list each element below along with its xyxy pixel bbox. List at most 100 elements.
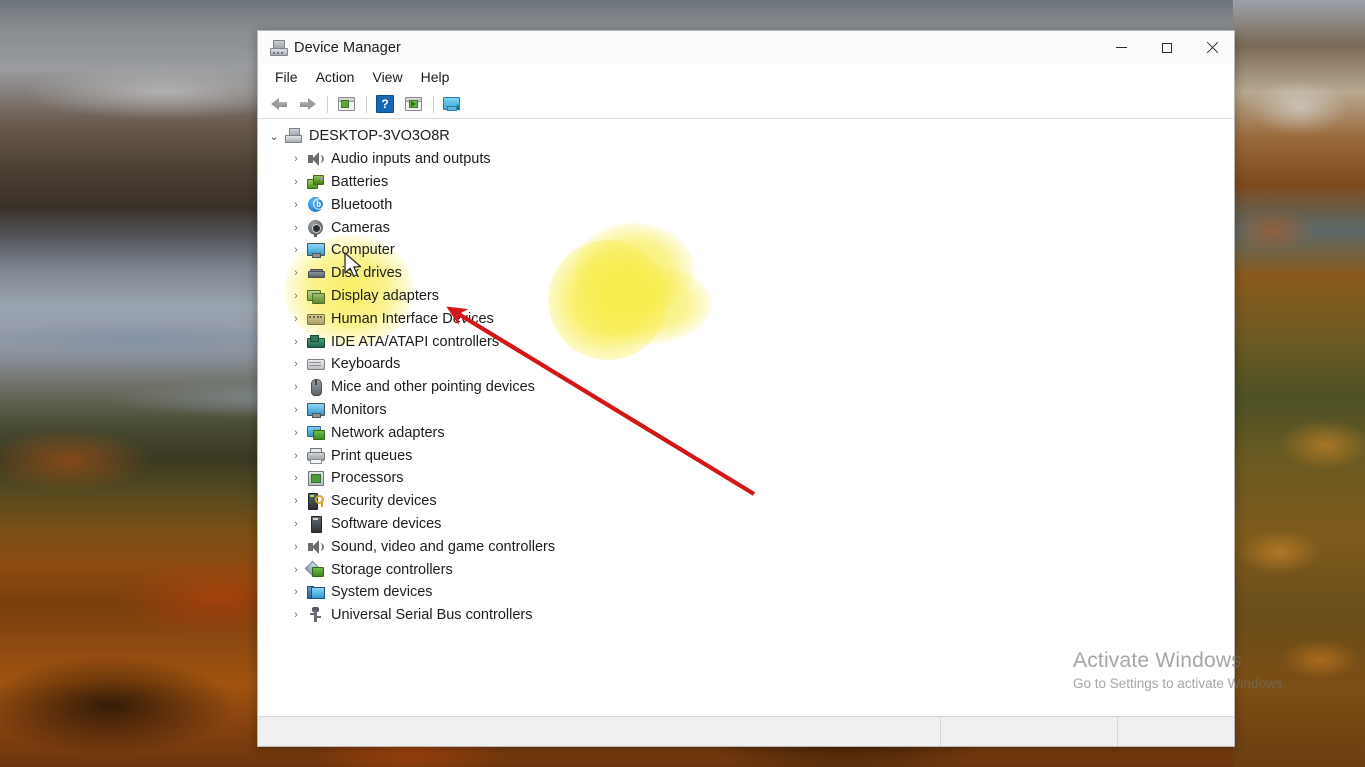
forward-button[interactable] [294,93,320,115]
camera-icon [307,219,324,237]
tree-item-audio-inputs-and-outputs[interactable]: › Audio inputs and outputs [258,148,1234,171]
keyboard-icon [307,356,325,372]
help-button[interactable]: ? [372,93,398,115]
scan-hardware-changes-button[interactable] [439,93,465,115]
chevron-right-icon[interactable]: › [288,197,304,213]
tree-item-label: Processors [331,470,404,487]
tree-item-network-adapters[interactable]: › Network adapters [258,421,1234,444]
tree-item-human-interface-devices[interactable]: › Human Interface Devices [258,307,1234,330]
disk-drive-icon [307,265,325,281]
toolbar-separator [433,95,434,113]
tree-item-label: Network adapters [331,424,445,441]
tree-item-security-devices[interactable]: › Security devices [258,490,1234,513]
show-hide-console-tree-button[interactable] [333,93,359,115]
tree-item-universal-serial-bus-controllers[interactable]: › Universal Serial Bus controllers [258,604,1234,627]
chevron-right-icon[interactable]: › [288,584,304,600]
menu-bar: File Action View Help [258,64,1234,90]
chevron-right-icon[interactable]: › [288,493,304,509]
properties-button[interactable] [400,93,426,115]
tree-item-storage-controllers[interactable]: › Storage controllers [258,558,1234,581]
back-arrow-icon [270,97,288,111]
tree-item-display-adapters[interactable]: › Display adapters [258,285,1234,308]
ide-controller-icon [307,334,325,350]
tree-item-label: Storage controllers [331,561,453,578]
security-device-icon [307,493,324,511]
chevron-right-icon[interactable]: › [288,539,304,555]
status-bar [258,716,1234,746]
chevron-down-icon[interactable]: ⌄ [266,128,282,144]
computer-icon [285,128,302,144]
tree-item-bluetooth[interactable]: › ⓑ Bluetooth [258,193,1234,216]
speaker-icon [307,151,324,167]
tree-item-mice-and-other-pointing-devices[interactable]: › Mice and other pointing devices [258,376,1234,399]
tree-item-label: Batteries [331,173,389,190]
tree-item-ide-ata-atapi-controllers[interactable]: › IDE ATA/ATAPI controllers [258,330,1234,353]
chevron-right-icon[interactable]: › [288,425,304,441]
tree-item-label: Universal Serial Bus controllers [331,607,533,624]
menu-action[interactable]: Action [307,66,364,88]
title-bar[interactable]: Device Manager [258,31,1234,64]
maximize-button[interactable] [1144,31,1189,64]
chevron-right-icon[interactable]: › [288,334,304,350]
tree-item-label: Human Interface Devices [331,310,494,327]
chevron-right-icon[interactable]: › [288,174,304,190]
chevron-right-icon[interactable]: › [288,311,304,327]
chevron-right-icon[interactable]: › [288,562,304,578]
tree-item-sound-video-and-game-controllers[interactable]: › Sound, video and game controllers [258,535,1234,558]
device-tree[interactable]: ⌄ DESKTOP-3VO3O8R › Audio inputs and out… [258,119,1234,716]
tree-item-label: Keyboards [331,356,401,373]
mouse-icon [307,379,324,397]
chevron-right-icon[interactable]: › [288,220,304,236]
tree-item-disk-drives[interactable]: › Disk drives [258,262,1234,285]
monitor-icon [307,242,325,259]
chevron-right-icon[interactable]: › [288,265,304,281]
toolbar-separator [366,95,367,113]
chevron-right-icon[interactable]: › [288,470,304,486]
tree-item-label: Bluetooth [331,196,393,213]
menu-file[interactable]: File [266,66,307,88]
tree-item-label: Print queues [331,447,413,464]
toolbar-separator [327,95,328,113]
chevron-right-icon[interactable]: › [288,288,304,304]
system-device-icon [307,584,325,600]
menu-help[interactable]: Help [412,66,459,88]
toolbar: ? [258,90,1234,119]
tree-item-label: IDE ATA/ATAPI controllers [331,333,500,350]
chevron-right-icon[interactable]: › [288,402,304,418]
chevron-right-icon[interactable]: › [288,379,304,395]
tree-item-monitors[interactable]: › Monitors [258,399,1234,422]
tree-item-system-devices[interactable]: › System devices [258,581,1234,604]
chevron-right-icon[interactable]: › [288,607,304,623]
tree-item-software-devices[interactable]: › Software devices [258,513,1234,536]
tree-item-label: Security devices [331,493,437,510]
tree-item-cameras[interactable]: › Cameras [258,216,1234,239]
tree-item-batteries[interactable]: › Batteries [258,171,1234,194]
chevron-right-icon[interactable]: › [288,151,304,167]
tree-item-print-queues[interactable]: › Print queues [258,444,1234,467]
minimize-icon [1116,47,1127,48]
display-adapter-icon [307,288,325,304]
menu-view[interactable]: View [363,66,411,88]
chevron-right-icon[interactable]: › [288,242,304,258]
tree-item-computer[interactable]: › Computer [258,239,1234,262]
back-button[interactable] [266,93,292,115]
close-button[interactable] [1189,31,1234,64]
tree-item-label: Monitors [331,401,387,418]
software-device-icon [307,515,324,533]
hid-icon [307,311,325,327]
battery-icon [307,174,324,190]
chevron-right-icon[interactable]: › [288,516,304,532]
tree-item-label: DESKTOP-3VO3O8R [309,128,450,145]
usb-controller-icon [307,607,324,623]
chevron-right-icon[interactable]: › [288,448,304,464]
tree-item-keyboards[interactable]: › Keyboards [258,353,1234,376]
bluetooth-icon: ⓑ [307,196,324,213]
tree-item-root[interactable]: ⌄ DESKTOP-3VO3O8R [258,125,1234,148]
tree-item-label: Cameras [331,219,390,236]
tree-item-processors[interactable]: › Processors [258,467,1234,490]
window-controls [1099,31,1234,64]
status-bar-middle [940,717,1117,746]
tree-item-label: Software devices [331,515,442,532]
minimize-button[interactable] [1099,31,1144,64]
chevron-right-icon[interactable]: › [288,356,304,372]
